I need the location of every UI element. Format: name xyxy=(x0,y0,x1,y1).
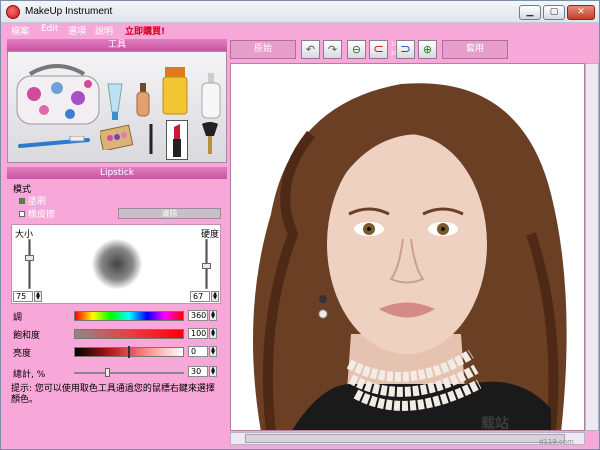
menu-bar: 檔案 Edit 選項 說明 立即購買! xyxy=(1,23,599,37)
saturation-label: 飽和度 xyxy=(13,331,41,341)
toothbrush-tool[interactable] xyxy=(18,136,90,150)
tools-palette xyxy=(7,51,227,163)
eyeshadow-palette-tool[interactable] xyxy=(100,120,134,150)
total-slider[interactable] xyxy=(74,372,184,374)
maximize-button[interactable]: ▢ xyxy=(543,5,565,20)
hue-spinner[interactable]: ▲ ▼ xyxy=(209,310,217,321)
mode-eraser-label: 橡皮擦 xyxy=(28,210,56,220)
brush-preview xyxy=(92,239,142,289)
horizontal-scrollbar[interactable] xyxy=(230,432,585,445)
zoom-in-icon[interactable]: ⊕ xyxy=(418,40,437,59)
mode-eraser-radio[interactable]: 橡皮擦 xyxy=(19,207,55,220)
hue-label: 調 xyxy=(13,313,23,323)
total-value-input[interactable]: 30 xyxy=(188,366,208,377)
zoom-out-icon[interactable]: ⊖ xyxy=(347,40,366,59)
portrait-photo xyxy=(253,83,567,430)
apply-button[interactable]: 套用 xyxy=(442,40,508,59)
mode-brush-radio[interactable]: 塗刷 xyxy=(19,194,46,207)
size-spinner[interactable]: ▲ ▼ xyxy=(34,291,42,302)
size-slider-thumb[interactable] xyxy=(25,255,34,261)
radio-unselected-icon xyxy=(19,211,25,217)
brightness-spinner[interactable]: ▲ ▼ xyxy=(209,346,217,357)
original-button[interactable]: 原始 xyxy=(230,40,296,59)
menu-edit[interactable]: Edit xyxy=(41,24,58,34)
title-bar: MakeUp Instrument ▁ ▢ ✕ xyxy=(1,1,599,23)
size-value-input[interactable]: 75 xyxy=(13,291,33,302)
eye-pencil-tool[interactable] xyxy=(146,122,156,156)
hue-bar[interactable] xyxy=(74,311,184,321)
menu-help[interactable]: 說明 xyxy=(95,24,113,37)
clear-button[interactable]: 清除 xyxy=(118,208,221,219)
nail-polish-tool[interactable] xyxy=(162,66,188,116)
hardness-label: 硬度 xyxy=(201,230,220,240)
brightness-value-input[interactable]: 0 xyxy=(188,346,208,357)
hue-value-input[interactable]: 360 xyxy=(188,310,208,321)
brightness-label: 亮度 xyxy=(13,349,32,359)
cream-tube-tool[interactable] xyxy=(106,82,124,122)
total-label: 總計, % xyxy=(13,370,46,380)
magnet-blue-icon[interactable]: ⊃ xyxy=(396,40,415,59)
window-title: MakeUp Instrument xyxy=(25,6,113,17)
lotion-bottle-tool[interactable] xyxy=(200,72,222,120)
mode-brush-label: 塗刷 xyxy=(28,197,47,207)
hardness-spinner[interactable]: ▲ ▼ xyxy=(211,291,219,302)
brightness-marker[interactable] xyxy=(128,346,130,358)
menu-buy-now[interactable]: 立即購買! xyxy=(125,24,165,37)
watermark-text: 载站 xyxy=(481,416,509,432)
makeup-bag-tool[interactable] xyxy=(12,62,102,127)
tools-panel-header: 工具 xyxy=(7,39,227,51)
total-slider-thumb[interactable] xyxy=(105,368,110,377)
saturation-bar[interactable] xyxy=(74,329,184,339)
size-slider[interactable] xyxy=(28,239,31,289)
hint-text: 提示: 您可以使用取色工具通過您的鼠標右鍵來選擇顏色。 xyxy=(11,384,215,405)
watermark-sub: d119.com xyxy=(539,438,574,446)
lipstick-tool[interactable] xyxy=(166,120,188,160)
app-logo-icon xyxy=(6,5,20,19)
lipstick-panel-header: Lipstick xyxy=(7,167,227,179)
saturation-spinner[interactable]: ▲ ▼ xyxy=(209,328,217,339)
horizontal-scroll-thumb[interactable] xyxy=(245,434,565,443)
foundation-bottle-tool[interactable] xyxy=(135,82,151,118)
saturation-value-input[interactable]: 100 xyxy=(188,328,208,339)
close-button[interactable]: ✕ xyxy=(567,5,595,20)
redo-icon[interactable]: ↷ xyxy=(323,40,342,59)
app-window: MakeUp Instrument ▁ ▢ ✕ 檔案 Edit 選項 說明 立即… xyxy=(0,0,600,450)
vertical-scrollbar[interactable] xyxy=(585,63,599,431)
menu-options[interactable]: 選項 xyxy=(68,24,86,37)
radio-selected-icon xyxy=(19,198,25,204)
hardness-slider-thumb[interactable] xyxy=(202,263,211,269)
minimize-button[interactable]: ▁ xyxy=(519,5,541,20)
photo-canvas[interactable] xyxy=(230,63,585,431)
powder-brush-tool[interactable] xyxy=(200,122,220,156)
total-spinner[interactable]: ▲ ▼ xyxy=(209,366,217,377)
hardness-value-input[interactable]: 67 xyxy=(190,291,210,302)
undo-icon[interactable]: ↶ xyxy=(301,40,320,59)
menu-file[interactable]: 檔案 xyxy=(11,24,29,37)
